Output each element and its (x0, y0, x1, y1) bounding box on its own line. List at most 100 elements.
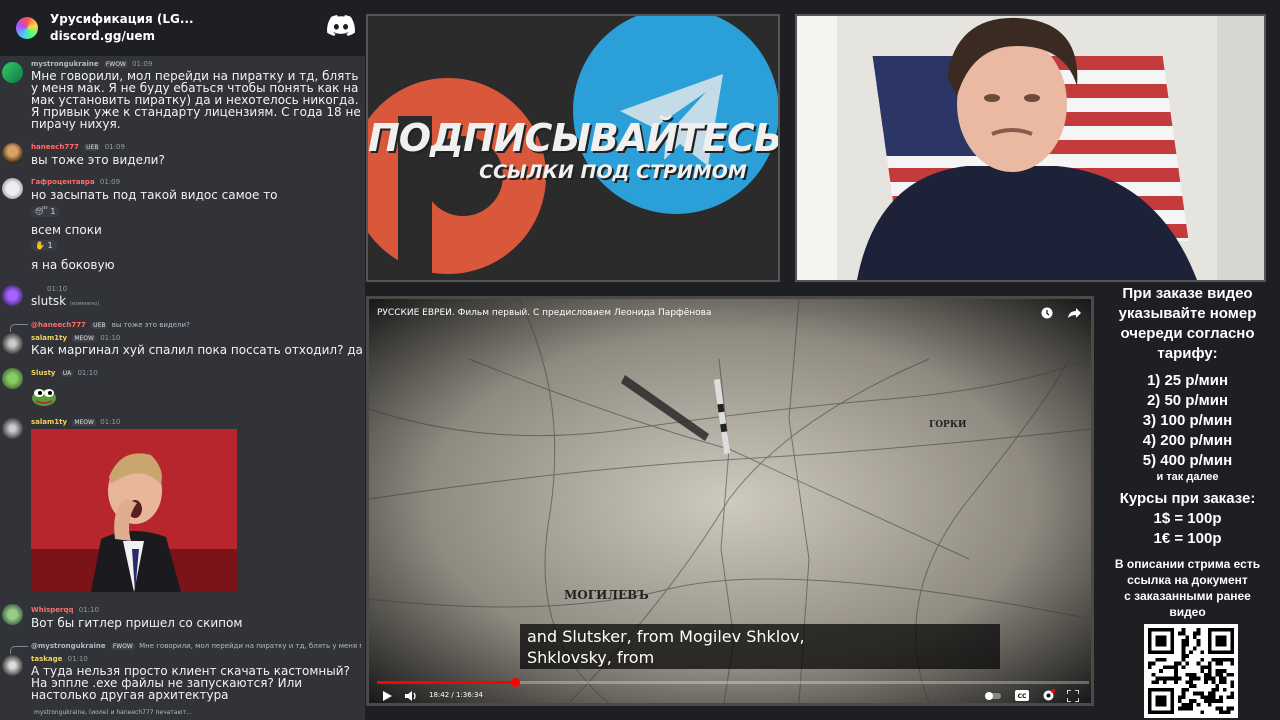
message-text: slutsk (31, 294, 67, 308)
discord-logo-icon (327, 15, 355, 36)
reply-connector (10, 324, 28, 332)
server-name: Урусификация (LG... (50, 12, 194, 26)
message-author[interactable]: salam1ty (31, 334, 67, 342)
rates-title: Курсы при заказе: (1119, 490, 1256, 507)
message-time: 01:09 (99, 178, 121, 186)
reply-connector (10, 646, 28, 654)
rate-item: 1€ = 100р (1153, 530, 1222, 547)
tariff-item: 3) 100 р/мин (1142, 412, 1233, 429)
volume-icon[interactable] (405, 690, 418, 702)
subscribe-promo-banner: ПОДПИСЫВАЙТЕСЬ ССЫЛКИ ПОД СТРИМОМ (366, 14, 780, 282)
message-time: 01:09 (132, 60, 153, 68)
user-avatar[interactable] (2, 604, 23, 625)
server-header: Урусификация (LG... discord.gg/uem (0, 0, 365, 56)
rate-item: 1$ = 100р (1153, 510, 1222, 527)
time-display: 18:42 / 1:36:34 (429, 691, 483, 699)
user-badge: UA (60, 370, 74, 377)
user-avatar[interactable] (2, 333, 23, 354)
subtitle-box: and Slutsker, from Mogilev Shklov, Shklo… (520, 624, 1000, 669)
user-badge: UEB (84, 144, 101, 151)
info-intro-line: очереди согласно (1120, 325, 1255, 342)
message-author[interactable]: taskage (31, 655, 62, 663)
message-author[interactable]: salam1ty (31, 418, 67, 426)
tariff-etc: и так далее (1156, 471, 1219, 483)
user-avatar[interactable] (2, 143, 23, 164)
video-title[interactable]: РУССКИЕ ЕВРЕИ. Фильм первый. С предислов… (377, 308, 711, 318)
map-label-city: МОГИЛЕВЪ (564, 588, 649, 602)
info-intro-line: тарифу: (1157, 345, 1218, 362)
message-text: всем споки (31, 223, 102, 237)
message-time: 01:10 (78, 606, 99, 614)
user-badge: MEOW (72, 335, 96, 342)
reply-preview[interactable]: @mystrongukraine FWOW Мне говорили, мол … (31, 642, 361, 650)
message-text: Мне говорили, мол перейди на пиратку и т… (31, 69, 361, 131)
fullscreen-icon[interactable] (1067, 690, 1079, 702)
stream-layout: Урусификация (LG... discord.gg/uem mystr… (0, 0, 1280, 720)
tariff-item: 2) 50 р/мин (1146, 392, 1229, 409)
telegram-logo-icon (573, 16, 778, 214)
order-info-panel: При заказе видео указывайте номер очеред… (1100, 284, 1275, 620)
pepe-emoji-icon (32, 389, 56, 406)
progress-bar[interactable] (377, 678, 1089, 687)
user-avatar[interactable] (2, 285, 23, 306)
message-author[interactable]: Whisperqq (31, 606, 74, 614)
subtitle-line-2: Shklovsky, from (527, 648, 655, 667)
message-reaction[interactable]: ✋ 1 (31, 240, 57, 251)
message-text: А туда нельзя просто клиент скачать каст… (31, 664, 350, 702)
progress-fill (377, 681, 516, 684)
typing-indicator: mystrongukraine, (иоле) и haneech777 печ… (34, 709, 192, 716)
user-avatar[interactable] (2, 178, 23, 199)
webcam-feed (795, 14, 1266, 282)
user-avatar[interactable] (2, 418, 23, 439)
description-line: с заказанными ранее (1124, 589, 1251, 603)
video-player[interactable]: МОГИЛЕВЪ ГОРКИ РУССКИЕ ЕВРЕИ. Фильм перв… (366, 296, 1094, 706)
message-author[interactable]: mystrongukraine (31, 60, 99, 68)
user-avatar[interactable] (2, 368, 23, 389)
discord-chat-overlay: Урусификация (LG... discord.gg/uem mystr… (0, 0, 365, 720)
message-author[interactable]: Гафроцентавра (31, 178, 95, 186)
share-icon[interactable] (1068, 307, 1081, 319)
message-author[interactable]: haneech777 (31, 143, 79, 151)
user-avatar[interactable] (2, 62, 23, 83)
gif-attachment[interactable] (31, 429, 237, 592)
info-intro-line: указывайте номер (1118, 305, 1257, 322)
message-text: Вот бы гитлер пришел со скипом (31, 616, 243, 630)
message-time: 01:10 (77, 369, 98, 377)
user-avatar[interactable] (2, 655, 23, 676)
autoplay-toggle-icon[interactable] (985, 691, 1001, 701)
promo-subtitle: ССЫЛКИ ПОД СТРИМОМ (479, 161, 747, 183)
map-label-town: ГОРКИ (929, 420, 967, 430)
message-reaction[interactable]: 😴 1 (31, 206, 60, 217)
info-intro-line: При заказе видео (1122, 285, 1253, 302)
server-icon (16, 17, 38, 39)
qr-code (1144, 624, 1238, 718)
message-text: Как маргинал хуй спалил пока поссать отх… (31, 343, 363, 357)
edited-label: (изменено) (69, 301, 100, 307)
message-time: 01:10 (67, 655, 88, 663)
reply-preview[interactable]: @haneech777 UEB вы тоже это видели? (31, 321, 190, 329)
message-time: 01:10 (47, 285, 68, 293)
subtitle-line-1: and Slutsker, from Mogilev Shklov, (527, 627, 805, 646)
tariff-item: 5) 400 р/мин (1142, 452, 1233, 469)
message-text: вы тоже это видели? (31, 153, 165, 167)
promo-title: ПОДПИСЫВАЙТЕСЬ (368, 116, 780, 160)
gear-icon[interactable] (1042, 689, 1055, 702)
description-line: ссылка на документ (1127, 573, 1248, 587)
tariff-item: 4) 200 р/мин (1142, 432, 1233, 449)
server-invite-link[interactable]: discord.gg/uem (50, 28, 194, 45)
tariff-item: 1) 25 р/мин (1146, 372, 1229, 389)
watch-later-icon[interactable] (1041, 307, 1053, 319)
description-line: видео (1169, 605, 1206, 619)
message-text: я на боковую (31, 258, 115, 272)
message-author[interactable]: Slusty (31, 369, 56, 377)
description-line: В описании стрима есть (1114, 557, 1261, 571)
message-time: 01:09 (104, 143, 125, 151)
user-badge: MEOW (72, 419, 96, 426)
play-icon[interactable] (381, 690, 393, 702)
message-text: но засыпать под такой видос самое то (31, 188, 278, 202)
user-badge: FWOW (103, 61, 128, 68)
message-time: 01:10 (100, 418, 121, 426)
subtitles-icon[interactable]: CC (1015, 690, 1029, 701)
svg-text:CC: CC (1018, 693, 1027, 700)
message-time: 01:10 (100, 334, 121, 342)
